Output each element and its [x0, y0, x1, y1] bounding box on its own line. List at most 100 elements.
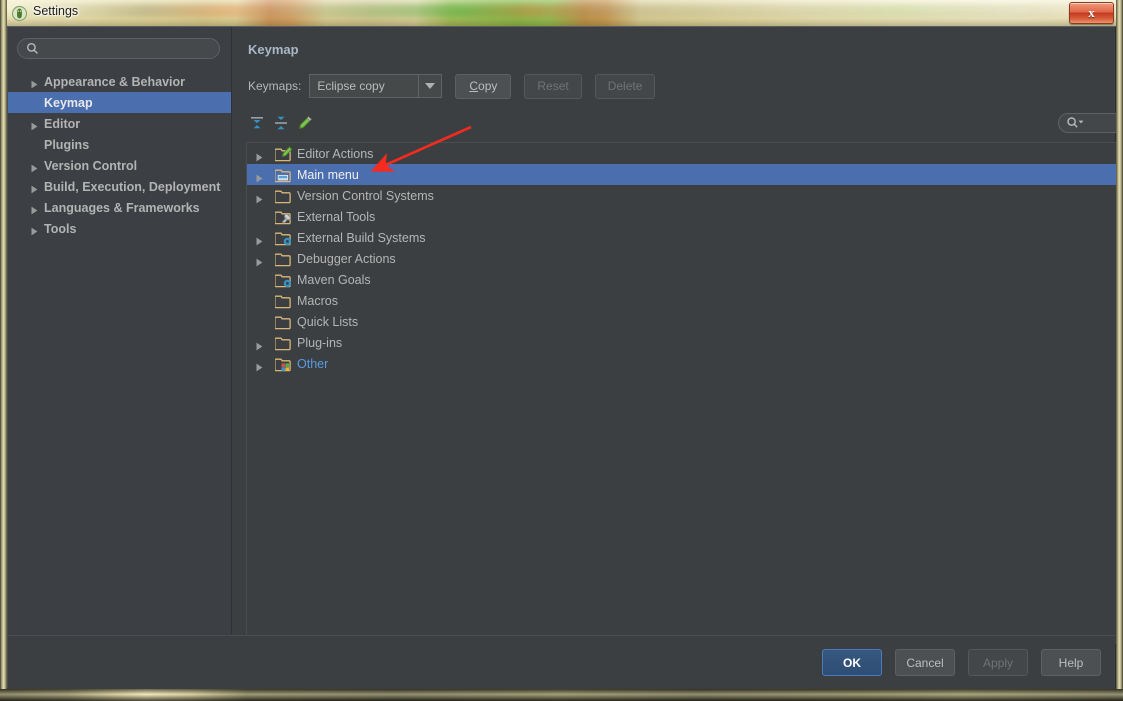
chevron-right-icon[interactable] [30, 183, 38, 193]
window-titlebar: Settings x [0, 0, 1123, 26]
tree-row-label: Macros [297, 293, 338, 308]
cancel-button[interactable]: Cancel [895, 649, 955, 676]
keymap-select[interactable]: Eclipse copy [309, 74, 443, 98]
copy-button-label: opy [478, 79, 498, 93]
delete-keymap-button[interactable]: Delete [594, 73, 656, 99]
chevron-right-icon[interactable] [30, 78, 38, 88]
sidebar-item-editor[interactable]: Editor [8, 113, 231, 134]
folder-edit-icon [274, 146, 293, 162]
tree-row-label: Editor Actions [297, 146, 374, 161]
folder-icon [274, 188, 291, 204]
folder-plugin-icon [274, 356, 291, 372]
sidebar-item-label: Build, Execution, Deployment [44, 179, 221, 194]
chevron-right-icon[interactable] [30, 120, 38, 130]
settings-window: Settings x Appearance & Behavior Keymap Ed… [0, 0, 1123, 701]
reset-button[interactable]: Reset [524, 73, 582, 99]
tree-row[interactable]: Version Control Systems [247, 185, 1123, 206]
folder-gear-icon [274, 272, 292, 288]
keymap-content-pane: Keymap Keymaps: Eclipse copy Copy Reset … [232, 27, 1123, 644]
apply-button[interactable]: Apply [968, 649, 1028, 676]
close-button[interactable]: x [1069, 2, 1114, 24]
tree-row-label: Version Control Systems [297, 188, 434, 203]
sidebar-item-label: Appearance & Behavior [44, 74, 186, 89]
folder-gear-icon [274, 230, 292, 246]
keymap-tree-toolbar [246, 112, 1123, 141]
chevron-right-icon[interactable] [30, 225, 38, 235]
chevron-down-icon[interactable] [418, 75, 441, 97]
tree-row[interactable]: Quick Lists [247, 311, 1123, 332]
close-icon: x [1088, 5, 1095, 20]
tree-row[interactable]: External Tools [247, 206, 1123, 227]
page-title: Keymap [248, 42, 299, 57]
chevron-right-icon[interactable] [255, 170, 264, 183]
copy-button[interactable]: Copy [455, 73, 512, 99]
shortcut-search-box[interactable] [1058, 113, 1123, 133]
edit-shortcut-icon[interactable] [294, 112, 316, 134]
sidebar-item-label: Languages & Frameworks [44, 200, 200, 215]
chevron-right-icon[interactable] [30, 204, 38, 214]
window-frame-left [0, 0, 7, 701]
collapse-all-icon[interactable] [270, 112, 292, 134]
window-frame-bottom [0, 689, 1123, 701]
tree-row[interactable]: Plug-ins [247, 332, 1123, 353]
folder-icon [274, 314, 291, 330]
folder-icon [274, 335, 291, 351]
keymaps-label: Keymaps: [248, 79, 302, 93]
keymap-tree[interactable]: Editor Actions Main menu Version Control S… [246, 142, 1123, 644]
android-studio-icon [12, 6, 27, 21]
sidebar-item-appearance-behavior[interactable]: Appearance & Behavior [8, 71, 231, 92]
sidebar-item-build-execution-deployment[interactable]: Build, Execution, Deployment [8, 176, 231, 197]
window-frame-right [1116, 0, 1123, 701]
ok-button[interactable]: OK [822, 649, 882, 676]
sidebar-item-languages-frameworks[interactable]: Languages & Frameworks [8, 197, 231, 218]
sidebar-item-label: Plugins [44, 137, 90, 152]
folder-menu-icon [274, 167, 291, 183]
chevron-right-icon[interactable] [30, 162, 38, 172]
sidebar-item-tools[interactable]: Tools [8, 218, 231, 239]
keymap-select-value: Eclipse copy [317, 79, 385, 93]
copy-button-mnemonic: C [469, 79, 479, 93]
dialog-footer: OK Cancel Apply Help [8, 635, 1115, 689]
tree-row[interactable]: External Build Systems [247, 227, 1123, 248]
tree-row-label: External Tools [297, 209, 376, 224]
search-dropdown-icon[interactable] [1066, 116, 1086, 135]
search-icon [26, 42, 39, 60]
tree-row-label: Quick Lists [297, 314, 359, 329]
folder-tools-icon [274, 209, 291, 225]
chevron-right-icon[interactable] [255, 359, 264, 372]
folder-icon [274, 251, 291, 267]
chevron-right-icon[interactable] [255, 254, 264, 267]
sidebar-item-list: Appearance & Behavior Keymap Editor Plugins… [8, 71, 231, 239]
tree-row[interactable]: Main menu [247, 164, 1123, 185]
tree-row-label: Debugger Actions [297, 251, 396, 266]
sidebar-search-input[interactable] [45, 41, 217, 58]
sidebar-item-label: Tools [44, 221, 77, 236]
chevron-right-icon[interactable] [255, 149, 264, 162]
tree-row[interactable]: Editor Actions [247, 143, 1123, 164]
tree-row-label: External Build Systems [297, 230, 426, 245]
chevron-right-icon[interactable] [255, 338, 264, 351]
tree-row[interactable]: Macros [247, 290, 1123, 311]
keymaps-toolbar-row: Keymaps: Eclipse copy Copy Reset Delete [248, 73, 656, 99]
settings-sidebar: Appearance & Behavior Keymap Editor Plugins… [8, 27, 232, 634]
tree-row-label: Other [297, 356, 329, 371]
folder-icon [274, 293, 291, 309]
sidebar-item-label: Keymap [44, 95, 93, 110]
tree-row[interactable]: Other [247, 353, 1123, 374]
help-button[interactable]: Help [1041, 649, 1101, 676]
sidebar-search-box[interactable] [17, 38, 220, 59]
expand-all-icon[interactable] [246, 112, 268, 134]
sidebar-item-version-control[interactable]: Version Control [8, 155, 231, 176]
sidebar-item-label: Editor [44, 116, 81, 131]
sidebar-item-keymap[interactable]: Keymap [8, 92, 231, 113]
chevron-right-icon[interactable] [255, 233, 264, 246]
tree-row[interactable]: Debugger Actions [247, 248, 1123, 269]
tree-row[interactable]: Maven Goals [247, 269, 1123, 290]
settings-dialog: Appearance & Behavior Keymap Editor Plugins… [7, 26, 1123, 689]
window-title: Settings [33, 4, 79, 18]
chevron-right-icon[interactable] [255, 191, 264, 204]
tree-row-label: Main menu [297, 167, 359, 182]
tree-row-label: Maven Goals [297, 272, 371, 287]
sidebar-item-plugins[interactable]: Plugins [8, 134, 231, 155]
tree-row-label: Plug-ins [297, 335, 343, 350]
